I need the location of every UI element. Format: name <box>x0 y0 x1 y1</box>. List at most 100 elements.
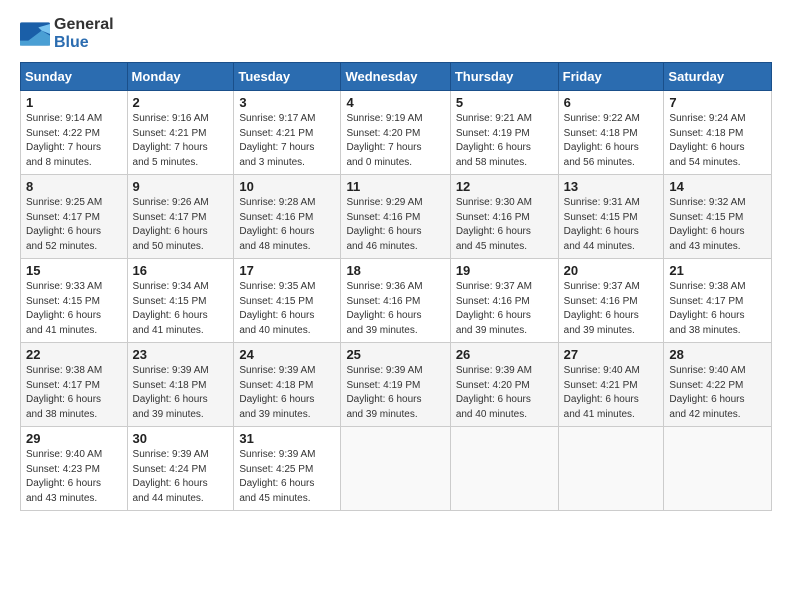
day-info: Sunrise: 9:26 AM Sunset: 4:17 PM Dayligh… <box>133 196 230 254</box>
day-info: Sunrise: 9:37 AM Sunset: 4:16 PM Dayligh… <box>564 280 660 338</box>
day-number: 4 <box>346 95 445 110</box>
col-header-thursday: Thursday <box>450 63 558 91</box>
day-number: 23 <box>133 347 230 362</box>
day-number: 13 <box>564 179 660 194</box>
day-number: 18 <box>346 263 445 278</box>
day-info: Sunrise: 9:30 AM Sunset: 4:16 PM Dayligh… <box>456 196 554 254</box>
day-number: 7 <box>669 95 767 110</box>
day-info: Sunrise: 9:39 AM Sunset: 4:18 PM Dayligh… <box>239 364 336 422</box>
calendar-cell: 15 Sunrise: 9:33 AM Sunset: 4:15 PM Dayli… <box>21 259 128 343</box>
day-info: Sunrise: 9:31 AM Sunset: 4:15 PM Dayligh… <box>564 196 660 254</box>
calendar-cell: 2Sunrise: 9:16 AM Sunset: 4:21 PM Daylig… <box>127 91 234 175</box>
calendar-cell <box>450 427 558 511</box>
day-number: 14 <box>669 179 767 194</box>
calendar-cell: 8 Sunrise: 9:25 AM Sunset: 4:17 PM Daylig… <box>21 175 128 259</box>
day-number: 15 <box>26 263 123 278</box>
calendar-cell: 4 Sunrise: 9:19 AM Sunset: 4:20 PM Daylig… <box>341 91 450 175</box>
day-number: 3 <box>239 95 336 110</box>
day-number: 24 <box>239 347 336 362</box>
day-info: Sunrise: 9:40 AM Sunset: 4:22 PM Dayligh… <box>669 364 767 422</box>
day-info: Sunrise: 9:35 AM Sunset: 4:15 PM Dayligh… <box>239 280 336 338</box>
day-info: Sunrise: 9:19 AM Sunset: 4:20 PM Dayligh… <box>346 112 445 170</box>
col-header-sunday: Sunday <box>21 63 128 91</box>
calendar-cell: 21 Sunrise: 9:38 AM Sunset: 4:17 PM Dayli… <box>664 259 772 343</box>
day-number: 30 <box>133 431 230 446</box>
calendar-cell: 13 Sunrise: 9:31 AM Sunset: 4:15 PM Dayli… <box>558 175 664 259</box>
calendar-cell: 14 Sunrise: 9:32 AM Sunset: 4:15 PM Dayli… <box>664 175 772 259</box>
day-number: 21 <box>669 263 767 278</box>
calendar-cell: 26Sunrise: 9:39 AM Sunset: 4:20 PM Dayli… <box>450 343 558 427</box>
calendar-cell: 12Sunrise: 9:30 AM Sunset: 4:16 PM Dayli… <box>450 175 558 259</box>
day-number: 8 <box>26 179 123 194</box>
day-info: Sunrise: 9:28 AM Sunset: 4:16 PM Dayligh… <box>239 196 336 254</box>
day-number: 2 <box>133 95 230 110</box>
day-number: 5 <box>456 95 554 110</box>
calendar-cell: 10 Sunrise: 9:28 AM Sunset: 4:16 PM Dayli… <box>234 175 341 259</box>
day-number: 28 <box>669 347 767 362</box>
day-number: 6 <box>564 95 660 110</box>
day-number: 22 <box>26 347 123 362</box>
calendar-cell: 25 Sunrise: 9:39 AM Sunset: 4:19 PM Dayli… <box>341 343 450 427</box>
calendar-cell: 19 Sunrise: 9:37 AM Sunset: 4:16 PM Dayli… <box>450 259 558 343</box>
day-number: 9 <box>133 179 230 194</box>
calendar-cell: 7Sunrise: 9:24 AM Sunset: 4:18 PM Daylig… <box>664 91 772 175</box>
calendar-cell <box>341 427 450 511</box>
col-header-friday: Friday <box>558 63 664 91</box>
day-number: 27 <box>564 347 660 362</box>
calendar-cell: 29 Sunrise: 9:40 AM Sunset: 4:23 PM Dayli… <box>21 427 128 511</box>
calendar-cell: 9 Sunrise: 9:26 AM Sunset: 4:17 PM Daylig… <box>127 175 234 259</box>
day-number: 16 <box>133 263 230 278</box>
day-info: Sunrise: 9:25 AM Sunset: 4:17 PM Dayligh… <box>26 196 123 254</box>
day-number: 10 <box>239 179 336 194</box>
day-info: Sunrise: 9:40 AM Sunset: 4:21 PM Dayligh… <box>564 364 660 422</box>
logo-icon <box>20 22 50 46</box>
day-info: Sunrise: 9:39 AM Sunset: 4:18 PM Dayligh… <box>133 364 230 422</box>
day-number: 25 <box>346 347 445 362</box>
calendar-cell: 27 Sunrise: 9:40 AM Sunset: 4:21 PM Dayli… <box>558 343 664 427</box>
day-number: 19 <box>456 263 554 278</box>
col-header-tuesday: Tuesday <box>234 63 341 91</box>
calendar-cell: 3 Sunrise: 9:17 AM Sunset: 4:21 PM Daylig… <box>234 91 341 175</box>
calendar-cell: 31Sunrise: 9:39 AM Sunset: 4:25 PM Dayli… <box>234 427 341 511</box>
calendar-cell <box>664 427 772 511</box>
calendar-cell: 22 Sunrise: 9:38 AM Sunset: 4:17 PM Dayli… <box>21 343 128 427</box>
day-info: Sunrise: 9:39 AM Sunset: 4:19 PM Dayligh… <box>346 364 445 422</box>
calendar-cell: 11 Sunrise: 9:29 AM Sunset: 4:16 PM Dayli… <box>341 175 450 259</box>
calendar-cell: 16 Sunrise: 9:34 AM Sunset: 4:15 PM Dayli… <box>127 259 234 343</box>
day-number: 1 <box>26 95 123 110</box>
day-number: 20 <box>564 263 660 278</box>
calendar-cell: 17Sunrise: 9:35 AM Sunset: 4:15 PM Dayli… <box>234 259 341 343</box>
logo-blue: Blue <box>54 34 89 51</box>
calendar-cell: 24 Sunrise: 9:39 AM Sunset: 4:18 PM Dayli… <box>234 343 341 427</box>
calendar-cell: 30 Sunrise: 9:39 AM Sunset: 4:24 PM Dayli… <box>127 427 234 511</box>
calendar-cell: 5 Sunrise: 9:21 AM Sunset: 4:19 PM Daylig… <box>450 91 558 175</box>
calendar-cell: 18 Sunrise: 9:36 AM Sunset: 4:16 PM Dayli… <box>341 259 450 343</box>
day-info: Sunrise: 9:17 AM Sunset: 4:21 PM Dayligh… <box>239 112 336 170</box>
day-info: Sunrise: 9:38 AM Sunset: 4:17 PM Dayligh… <box>669 280 767 338</box>
day-info: Sunrise: 9:22 AM Sunset: 4:18 PM Dayligh… <box>564 112 660 170</box>
day-info: Sunrise: 9:21 AM Sunset: 4:19 PM Dayligh… <box>456 112 554 170</box>
day-info: Sunrise: 9:39 AM Sunset: 4:24 PM Dayligh… <box>133 448 230 506</box>
day-info: Sunrise: 9:36 AM Sunset: 4:16 PM Dayligh… <box>346 280 445 338</box>
col-header-wednesday: Wednesday <box>341 63 450 91</box>
calendar-cell: 23 Sunrise: 9:39 AM Sunset: 4:18 PM Dayli… <box>127 343 234 427</box>
calendar-cell: 20 Sunrise: 9:37 AM Sunset: 4:16 PM Dayli… <box>558 259 664 343</box>
col-header-monday: Monday <box>127 63 234 91</box>
calendar-cell: 6 Sunrise: 9:22 AM Sunset: 4:18 PM Daylig… <box>558 91 664 175</box>
day-info: Sunrise: 9:14 AM Sunset: 4:22 PM Dayligh… <box>26 112 123 170</box>
day-number: 29 <box>26 431 123 446</box>
day-number: 11 <box>346 179 445 194</box>
day-info: Sunrise: 9:29 AM Sunset: 4:16 PM Dayligh… <box>346 196 445 254</box>
day-info: Sunrise: 9:32 AM Sunset: 4:15 PM Dayligh… <box>669 196 767 254</box>
calendar-cell: 1 Sunrise: 9:14 AM Sunset: 4:22 PM Daylig… <box>21 91 128 175</box>
logo: General Blue <box>20 16 114 52</box>
day-info: Sunrise: 9:33 AM Sunset: 4:15 PM Dayligh… <box>26 280 123 338</box>
day-info: Sunrise: 9:40 AM Sunset: 4:23 PM Dayligh… <box>26 448 123 506</box>
day-number: 26 <box>456 347 554 362</box>
logo-general: General <box>54 16 114 33</box>
day-number: 31 <box>239 431 336 446</box>
day-info: Sunrise: 9:37 AM Sunset: 4:16 PM Dayligh… <box>456 280 554 338</box>
calendar-cell <box>558 427 664 511</box>
day-info: Sunrise: 9:34 AM Sunset: 4:15 PM Dayligh… <box>133 280 230 338</box>
day-info: Sunrise: 9:38 AM Sunset: 4:17 PM Dayligh… <box>26 364 123 422</box>
